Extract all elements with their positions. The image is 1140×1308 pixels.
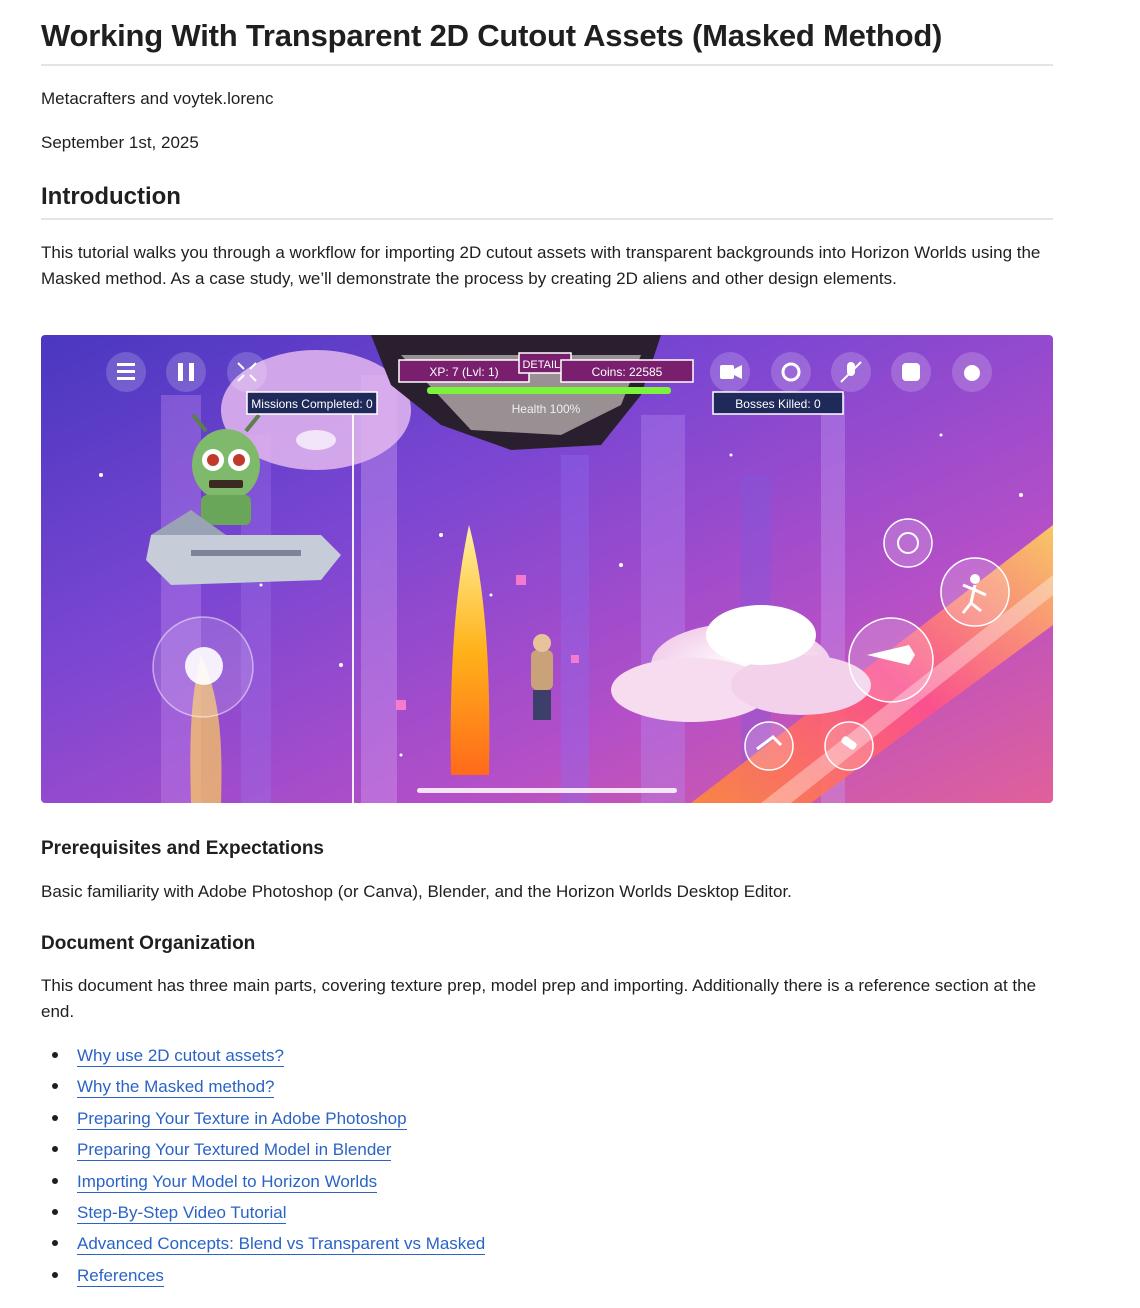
toc-item: Why use 2D cutout assets? [41, 1040, 485, 1071]
toc-link-why-masked[interactable]: Why the Masked method? [77, 1077, 275, 1099]
bullet-icon [52, 1146, 58, 1153]
home-indicator [417, 788, 677, 793]
toc-link-blender[interactable]: Preparing Your Textured Model in Blender [77, 1140, 392, 1162]
bullet-icon [52, 1271, 58, 1278]
virtual-joystick[interactable] [152, 616, 254, 718]
toc-link-importing[interactable]: Importing Your Model to Horizon Worlds [77, 1171, 378, 1193]
hud-bosses-text: Bosses Killed: 0 [735, 397, 821, 411]
hud-coins-text: Coins: 22585 [592, 365, 663, 379]
hud-missions-text: Missions Completed: 0 [251, 397, 373, 411]
health-text: Health 100% [512, 402, 581, 416]
hud-xp-text: XP: 7 (Lvl: 1) [429, 365, 498, 379]
table-of-contents: Why use 2D cutout assets? Why the Masked… [41, 1040, 486, 1291]
toc-item: Advanced Concepts: Blend vs Transparent … [41, 1228, 486, 1259]
authors: Metacrafters and voytek.lorenc [41, 89, 274, 108]
title-divider [41, 64, 1053, 66]
hero-game-screenshot: XP: 7 (Lvl: 1) DETAILS Coins: 22585 Heal… [41, 335, 1053, 803]
toc-item: Preparing Your Texture in Adobe Photosho… [41, 1103, 485, 1134]
hud-left-buttons[interactable] [106, 352, 267, 392]
section-heading-organization: Document Organization [41, 933, 256, 954]
toc-link-references[interactable]: References [77, 1265, 164, 1287]
toc-item: Preparing Your Textured Model in Blender [41, 1134, 485, 1165]
bullet-icon [52, 1052, 58, 1058]
health-bar [427, 387, 671, 394]
hud-xp-box: XP: 7 (Lvl: 1) [398, 359, 530, 383]
bullet-icon [52, 1240, 58, 1247]
toc-item: References [41, 1260, 485, 1291]
toc-link-video-tutorial[interactable]: Step-By-Step Video Tutorial [77, 1202, 287, 1224]
hud-coins-box: Coins: 22585 [560, 359, 694, 383]
publish-date: September 1st, 2025 [41, 133, 199, 152]
section-heading-prerequisites: Prerequisites and Expectations [41, 838, 324, 859]
hud-missions-box: Missions Completed: 0 [246, 391, 378, 415]
toc-link-advanced-concepts[interactable]: Advanced Concepts: Blend vs Transparent … [77, 1234, 486, 1256]
section-heading-introduction: Introduction [41, 183, 181, 210]
prerequisites-paragraph: Basic familiarity with Adobe Photoshop (… [41, 882, 792, 901]
bullet-icon [52, 1208, 58, 1215]
organization-paragraph: This document has three main parts, cove… [41, 976, 1037, 1021]
hud-bosses-box: Bosses Killed: 0 [712, 391, 844, 415]
section-divider [41, 218, 1053, 220]
bullet-icon [52, 1114, 58, 1121]
toc-item: Importing Your Model to Horizon Worlds [41, 1166, 485, 1197]
bullet-icon [52, 1177, 58, 1184]
intro-paragraph: This tutorial walks you through a workfl… [41, 243, 1041, 288]
toc-link-why-cutout[interactable]: Why use 2D cutout assets? [77, 1046, 284, 1067]
toc-link-photoshop[interactable]: Preparing Your Texture in Adobe Photosho… [77, 1108, 407, 1130]
toc-item: Why the Masked method? [41, 1071, 485, 1102]
page-title: Working With Transparent 2D Cutout Asset… [41, 18, 943, 53]
toc-item: Step-By-Step Video Tutorial [41, 1197, 485, 1228]
player-avatar [531, 634, 553, 720]
bullet-icon [52, 1083, 58, 1090]
